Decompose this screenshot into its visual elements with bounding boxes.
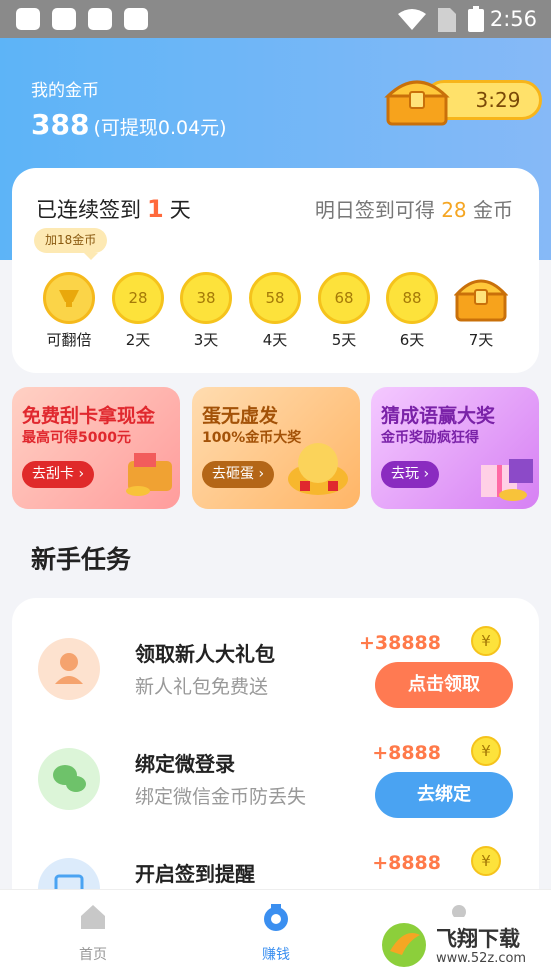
signin-day-6[interactable]: 88 6天 (385, 272, 439, 350)
idiom-banner[interactable]: 猜成语赢大奖 金币奖励疯狂得 去玩 › (371, 387, 539, 509)
nav-home[interactable]: 首页 (48, 902, 138, 964)
day-label: 6天 (399, 331, 425, 349)
signin-day-3[interactable]: 38 3天 (179, 272, 233, 350)
tomorrow-coins: 28 (441, 198, 467, 222)
scratch-card-banner[interactable]: 免费刮卡拿现金 最高可得5000元 去刮卡 › (12, 387, 180, 509)
coin-value: 38 (180, 272, 232, 324)
nav-earn[interactable]: 赚钱 (231, 902, 321, 964)
task-item: 领取新人大礼包 新人礼包免费送 +38888 ¥ 点击领取 (12, 622, 539, 732)
home-icon (81, 905, 105, 929)
egg-banner[interactable]: 蛋无虚发 100%金币大奖 去砸蛋 › (192, 387, 360, 509)
coin-title: 我的金币 (31, 81, 99, 101)
streak-days: 1 (147, 195, 164, 223)
golden-egg-icon (288, 443, 348, 495)
tomorrow-reward: 明日签到可得 28 金币 (314, 198, 513, 222)
withdrawable-amount: (可提现0.04元) (93, 117, 227, 139)
yen-coin-icon: ¥ (471, 846, 501, 876)
gift-box-icon (481, 459, 533, 501)
day-label: 7天 (468, 331, 494, 349)
notification-icon (88, 8, 112, 30)
day-label: 3天 (193, 331, 219, 349)
battery-icon (468, 6, 484, 32)
wallet-icon (126, 453, 172, 496)
bonus-bubble: 加18金币 (34, 228, 108, 260)
signin-card: 已连续签到 1 天 明日签到可得 28 金币 加18金币 可翻倍 28 2天 38 … (12, 168, 539, 373)
clock: 2:56 (489, 7, 537, 31)
bag-icon (124, 8, 148, 30)
play-button[interactable]: 去玩 › (381, 461, 440, 488)
signin-day-4[interactable]: 58 4天 (248, 272, 302, 350)
yen-coin-icon: ¥ (471, 736, 501, 766)
money-bag-icon (264, 904, 288, 931)
signin-day-2[interactable]: 28 2天 (111, 272, 165, 350)
site-logo-icon (382, 923, 426, 967)
watermark-name: 飞翔下载 (436, 927, 520, 951)
day-label: 4天 (262, 331, 288, 349)
section-title: 新手任务 (31, 545, 132, 574)
watermark-url: www.52z.com (436, 951, 527, 966)
task-title: 绑定微登录 (135, 752, 235, 776)
claim-button[interactable]: 点击领取 (375, 662, 513, 708)
coin-count: 388 (31, 108, 90, 141)
day-label: 2天 (125, 331, 151, 349)
nav-earn-label: 赚钱 (262, 947, 290, 963)
coin-value: 88 (386, 272, 438, 324)
task-title: 开启签到提醒 (135, 862, 255, 886)
signin-streak: 已连续签到 1 天 (36, 195, 191, 223)
bind-button[interactable]: 去绑定 (375, 772, 513, 818)
banner-subtitle: 最高可得5000元 (22, 430, 131, 446)
notification-icon (52, 8, 76, 30)
double-coin-icon (43, 272, 95, 324)
treasure-chest-icon (384, 80, 450, 126)
watermark: 飞翔下载 www.52z.com (376, 917, 548, 973)
coin-value: 58 (249, 272, 301, 324)
coin-value: 28 (112, 272, 164, 324)
yen-coin-icon: ¥ (471, 626, 501, 656)
wechat-icon (38, 748, 100, 810)
banner-title: 免费刮卡拿现金 (22, 405, 156, 427)
day-label: 5天 (331, 331, 357, 349)
task-desc: 绑定微信金币防丢失 (135, 786, 307, 808)
task-title: 领取新人大礼包 (135, 642, 275, 666)
treasure-chest-icon (453, 279, 509, 322)
banner-subtitle: 金币奖励疯狂得 (381, 430, 479, 446)
signin-day-7[interactable]: 7天 (453, 272, 509, 350)
banner-title: 蛋无虚发 (202, 405, 279, 427)
task-reward: +8888 (372, 852, 441, 874)
task-desc: 新人礼包免费送 (135, 676, 269, 698)
day-label: 可翻倍 (46, 331, 92, 349)
smash-egg-button[interactable]: 去砸蛋 › (202, 461, 275, 488)
task-reward: +8888 (372, 742, 441, 764)
sim-icon (438, 8, 456, 32)
status-bar: 2:56 (0, 0, 551, 38)
nav-home-label: 首页 (79, 947, 107, 963)
coin-balance: 388 (可提现0.04元) (31, 108, 227, 141)
task-reward: +38888 (358, 632, 441, 654)
coin-value: 68 (318, 272, 370, 324)
scratch-button[interactable]: 去刮卡 › (22, 461, 95, 488)
treasure-timer[interactable]: 3:29 (384, 72, 542, 126)
banner-title: 猜成语赢大奖 (381, 405, 496, 427)
notification-icon (16, 8, 40, 30)
task-item: 绑定微登录 绑定微信金币防丢失 +8888 ¥ 去绑定 (12, 732, 539, 842)
user-icon (38, 638, 100, 700)
wifi-icon (398, 9, 426, 30)
signin-day-5[interactable]: 68 5天 (317, 272, 371, 350)
signin-day-1[interactable]: 可翻倍 (42, 272, 96, 350)
